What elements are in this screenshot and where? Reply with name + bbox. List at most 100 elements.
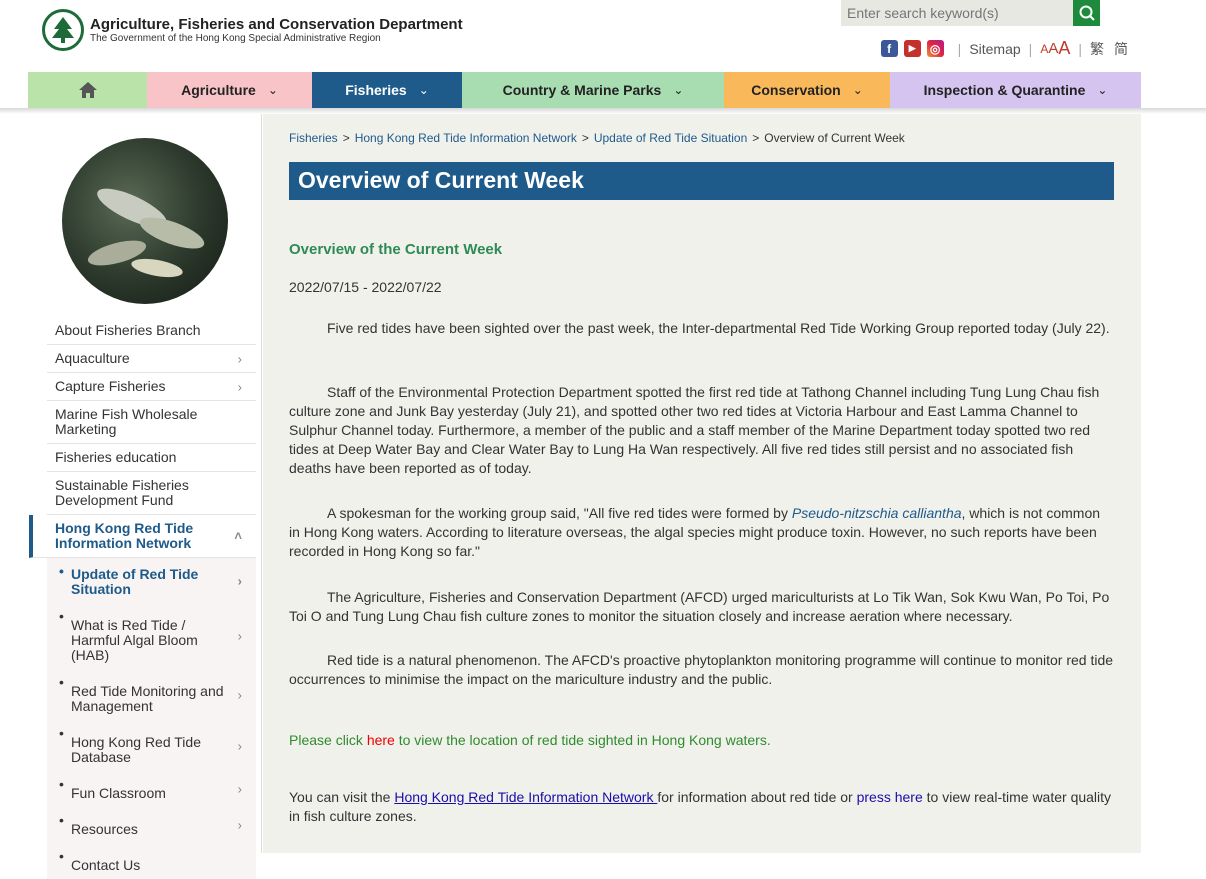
site-header: Agriculture, Fisheries and Conservation …: [0, 0, 1206, 72]
youtube-icon[interactable]: ▶: [903, 40, 921, 57]
sidebar-subitem-update-red-tide[interactable]: Update of Red Tide Situation ›: [47, 558, 256, 603]
paragraph-5: Red tide is a natural phenomenon. The AF…: [289, 652, 1114, 687]
page-title: Overview of Current Week: [289, 162, 1114, 200]
fish-photo: [62, 138, 228, 304]
nav-label: Fisheries: [345, 82, 407, 98]
location-notice: Please click here to view the location o…: [289, 732, 771, 748]
chevron-right-icon: ›: [237, 379, 242, 394]
simplified-chinese-link[interactable]: 简: [1114, 39, 1128, 59]
government-subtitle: The Government of the Hong Kong Special …: [90, 33, 381, 44]
sidebar-subitem-monitoring[interactable]: Red Tide Monitoring and Management ›: [47, 669, 256, 720]
nav-label: Conservation: [751, 82, 841, 98]
sidebar-subitem-resources[interactable]: Resources ›: [47, 807, 256, 843]
nav-label: Agriculture: [181, 82, 256, 98]
afcd-logo[interactable]: [42, 9, 84, 51]
breadcrumb: Fisheries > Hong Kong Red Tide Information…: [289, 131, 905, 145]
main-content: Fisheries > Hong Kong Red Tide Information…: [263, 114, 1141, 853]
paragraph-1: Five red tides have been sighted over th…: [327, 320, 1110, 336]
sidebar-item-label: Fun Classroom: [71, 785, 166, 801]
sidebar-item-label: What is Red Tide / Harmful Algal Bloom (…: [71, 617, 198, 663]
visit-notice: You can visit the Hong Kong Red Tide Inf…: [289, 788, 1114, 826]
header-tools: f ▶ ◎ | Sitemap | A A A | 繁 简: [880, 38, 1128, 59]
home-icon: [78, 82, 97, 98]
nav-country-marine-parks[interactable]: Country & Marine Parks ⌄: [462, 72, 724, 108]
breadcrumb-link[interactable]: Hong Kong Red Tide Information Network: [355, 131, 577, 145]
notice-text: to view the location of red tide sighted…: [394, 732, 771, 748]
chevron-right-icon: ›: [237, 628, 242, 644]
sidebar-subitem-what-is-red-tide[interactable]: What is Red Tide / Harmful Algal Bloom (…: [47, 603, 256, 669]
sidebar-item-label: Update of Red Tide Situation: [71, 566, 199, 597]
red-tide-network-link[interactable]: Hong Kong Red Tide Information Network: [394, 789, 657, 805]
sidebar-item-red-tide-network[interactable]: Hong Kong Red Tide Information Network ˄: [29, 515, 256, 558]
divider: |: [1028, 40, 1033, 57]
nav-fisheries[interactable]: Fisheries ⌄: [312, 72, 462, 108]
chevron-right-icon: ›: [237, 573, 242, 588]
sidebar-item-sustainable-fisheries-fund[interactable]: Sustainable Fisheries Development Fund: [47, 472, 256, 515]
sitemap-link[interactable]: Sitemap: [969, 41, 1020, 57]
nav-conservation[interactable]: Conservation ⌄: [724, 72, 890, 108]
sidebar-item-label: Hong Kong Red Tide Information Network: [55, 520, 194, 551]
font-size-large-button[interactable]: A: [1058, 38, 1070, 59]
breadcrumb-separator: >: [752, 131, 760, 145]
nav-agriculture[interactable]: Agriculture ⌄: [147, 72, 312, 108]
paragraph-text: A spokesman for the working group said, …: [327, 505, 792, 521]
breadcrumb-current: Overview of Current Week: [764, 131, 905, 145]
nav-inspection-quarantine[interactable]: Inspection & Quarantine ⌄: [890, 72, 1141, 108]
sidebar-subitem-database[interactable]: Hong Kong Red Tide Database ›: [47, 720, 256, 771]
sidebar-item-fisheries-education[interactable]: Fisheries education: [47, 444, 256, 472]
section-heading: Overview of the Current Week: [289, 241, 503, 258]
divider: |: [1078, 40, 1082, 57]
chevron-right-icon: ›: [237, 738, 242, 753]
chevron-up-icon: ˄: [234, 528, 242, 544]
sidebar-menu: About Fisheries Branch Aquaculture › Capt…: [29, 317, 256, 879]
sidebar-item-label: Sustainable Fisheries Development Fund: [55, 477, 189, 508]
chevron-down-icon: ⌄: [267, 83, 278, 97]
sidebar-item-label: Aquaculture: [55, 350, 130, 366]
notice-text: You can visit the: [289, 789, 395, 805]
sidebar-item-aquaculture[interactable]: Aquaculture ›: [47, 345, 256, 373]
font-size-medium-button[interactable]: A: [1048, 40, 1058, 57]
divider: |: [957, 40, 962, 57]
search-button[interactable]: [1073, 0, 1100, 26]
sidebar-item-label: Fisheries education: [55, 449, 177, 465]
sidebar-item-label: Capture Fisheries: [55, 378, 166, 394]
search-input[interactable]: [841, 0, 1073, 26]
main-navigation: Agriculture ⌄ Fisheries ⌄ Country & Marine…: [28, 72, 1141, 108]
paragraph-2: Staff of the Environmental Protection De…: [289, 384, 1100, 476]
sidebar-item-label: Hong Kong Red Tide Database: [71, 734, 201, 765]
date-range: 2022/07/15 - 2022/07/22: [289, 279, 442, 295]
search-icon: [1079, 5, 1095, 21]
facebook-icon[interactable]: f: [880, 40, 898, 57]
chevron-down-icon: ⌄: [852, 83, 863, 97]
press-here-link[interactable]: press here: [857, 789, 923, 805]
paragraph-4: The Agriculture, Fisheries and Conservat…: [289, 589, 1110, 624]
breadcrumb-separator: >: [342, 131, 350, 145]
sidebar-item-about-fisheries-branch[interactable]: About Fisheries Branch: [47, 317, 256, 345]
chevron-right-icon: ›: [237, 781, 242, 797]
sidebar-item-label: Red Tide Monitoring and Management: [71, 683, 224, 714]
chevron-right-icon: ›: [237, 817, 242, 833]
chevron-down-icon: ⌄: [673, 83, 684, 97]
chevron-down-icon: ⌄: [1097, 83, 1108, 97]
chevron-right-icon: ›: [237, 687, 242, 702]
sidebar-item-capture-fisheries[interactable]: Capture Fisheries ›: [47, 373, 256, 401]
chevron-down-icon: ⌄: [418, 83, 429, 97]
notice-text: for information about red tide or: [657, 789, 857, 805]
department-name: Agriculture, Fisheries and Conservation …: [90, 16, 463, 33]
sidebar-item-marine-fish-wholesale[interactable]: Marine Fish Wholesale Marketing: [47, 401, 256, 444]
nav-home[interactable]: [28, 72, 147, 108]
paragraph-3: A spokesman for the working group said, …: [289, 504, 1114, 561]
breadcrumb-separator: >: [581, 131, 589, 145]
breadcrumb-link[interactable]: Update of Red Tide Situation: [594, 131, 747, 145]
sidebar-subitem-fun-classroom[interactable]: Fun Classroom ›: [47, 771, 256, 807]
traditional-chinese-link[interactable]: 繁: [1090, 39, 1104, 59]
breadcrumb-link[interactable]: Fisheries: [289, 131, 338, 145]
sidebar-subitem-contact-us[interactable]: Contact Us: [47, 843, 256, 879]
chevron-right-icon: ›: [237, 351, 242, 366]
here-link[interactable]: here: [367, 732, 395, 748]
nav-label: Country & Marine Parks: [502, 82, 662, 98]
instagram-icon[interactable]: ◎: [926, 40, 944, 57]
species-name: Pseudo-nitzschia calliantha: [791, 505, 962, 521]
font-size-small-button[interactable]: A: [1040, 42, 1048, 56]
notice-text: Please click: [289, 732, 367, 748]
